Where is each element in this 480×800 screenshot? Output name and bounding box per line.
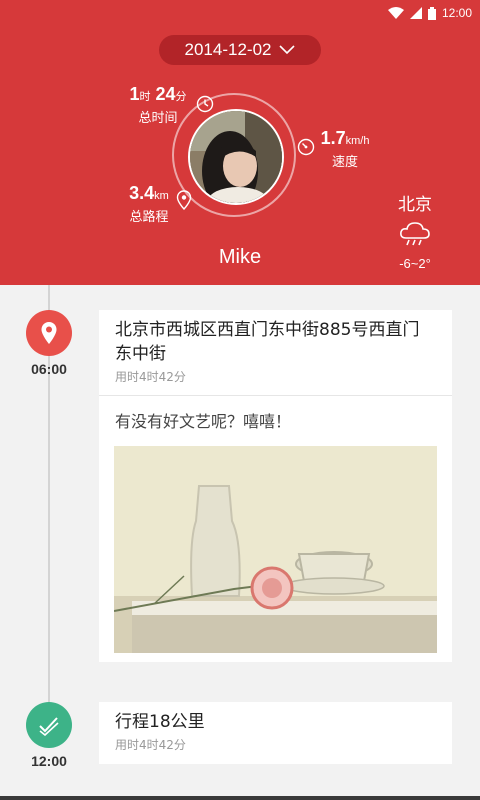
weather-temp: -6~2° <box>399 256 431 271</box>
duration-minutes-unit: 分 <box>175 91 187 103</box>
avatar[interactable] <box>188 109 284 205</box>
location-pin-icon <box>41 322 57 344</box>
speed-unit: km/h <box>345 135 370 147</box>
date-selector[interactable]: 2014-12-02 <box>159 35 321 65</box>
speed-label: 速度 <box>331 154 358 169</box>
status-bar: 12:00 <box>387 4 472 22</box>
speedometer-icon <box>297 138 315 156</box>
speed-stat: 1.7km/h 速度 <box>314 128 376 171</box>
weather-widget: 北京 -6~2° <box>392 190 438 271</box>
status-time: 12:00 <box>441 6 472 20</box>
timeline-marker-location[interactable] <box>26 310 72 356</box>
weather-city: 北京 <box>398 195 432 214</box>
profile-header: 12:00 2014-12-02 1时 24分 总时间 1.7km/h 速度 3… <box>0 0 480 285</box>
chevron-down-icon <box>279 45 296 55</box>
post-photo[interactable] <box>114 446 437 653</box>
duration-hours-unit: 时 <box>139 91 151 103</box>
battery-icon <box>427 6 436 20</box>
trip-title: 行程18公里 <box>115 712 205 732</box>
duration-text: 用时4时42分 <box>115 738 186 752</box>
signal-icon <box>409 7 422 19</box>
distance-stat: 3.4km 总路程 <box>118 183 180 226</box>
trip-check-icon <box>39 717 59 736</box>
duration-text: 用时4时42分 <box>115 370 186 384</box>
duration-minutes: 24 <box>155 84 176 104</box>
wifi-icon <box>387 7 404 19</box>
speed-value: 1.7 <box>320 128 346 148</box>
duration-hours: 1 <box>129 84 140 104</box>
cloud-rain-icon <box>400 222 430 246</box>
timeline-card-location[interactable]: 北京市西城区西直门东中街885号西直门东中街 用时4时42分 有没有好文艺呢？嘻… <box>99 310 452 662</box>
distance-label: 总路程 <box>129 209 169 224</box>
timeline-time: 06:00 <box>31 361 67 377</box>
distance-unit: km <box>154 190 169 202</box>
distance-value: 3.4 <box>129 183 155 203</box>
bottom-edge <box>0 796 480 800</box>
address-text: 北京市西城区西直门东中街885号西直门东中街 <box>115 320 420 364</box>
timeline-time: 12:00 <box>31 753 67 769</box>
date-label: 2014-12-02 <box>184 40 272 59</box>
note-text: 有没有好文艺呢？嘻嘻！ <box>115 412 292 431</box>
timeline-card-trip[interactable]: 行程18公里 用时4时42分 <box>99 702 452 764</box>
still-life-photo <box>114 446 437 653</box>
avatar-photo <box>190 111 282 203</box>
timeline-marker-trip[interactable] <box>26 702 72 748</box>
